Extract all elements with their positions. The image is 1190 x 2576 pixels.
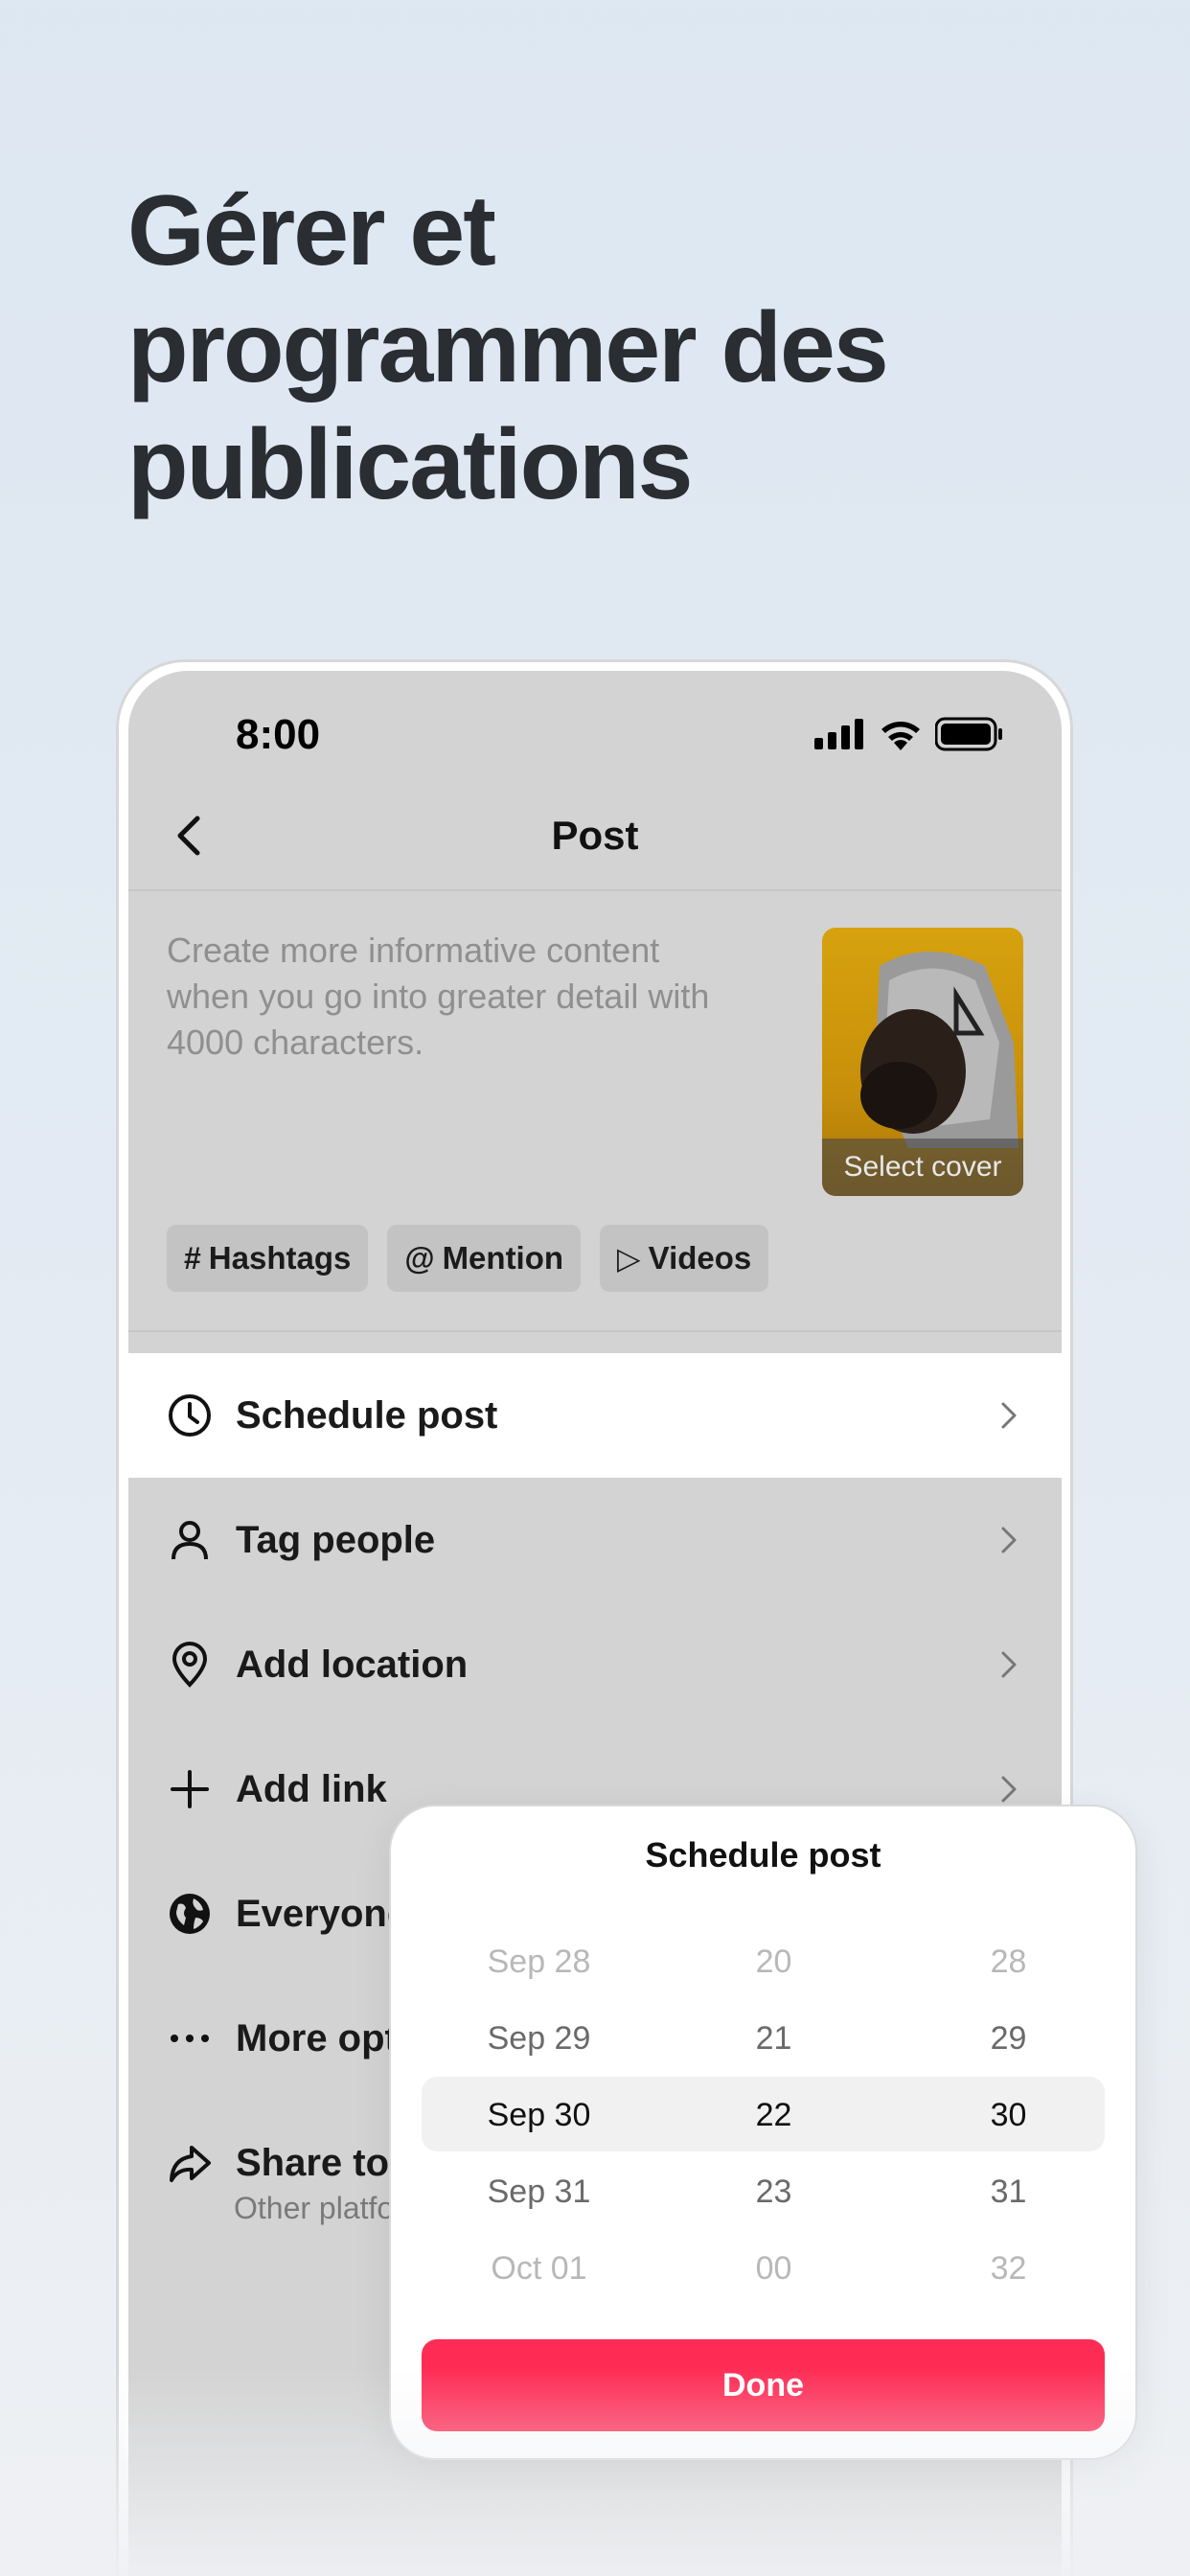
menu-item-add-location[interactable]: Add location (128, 1602, 1062, 1727)
page-title: Post (551, 813, 639, 858)
bottom-fade (0, 2367, 1190, 2576)
picker-option[interactable]: 32 (891, 2230, 1126, 2307)
location-pin-icon (167, 1642, 213, 1688)
date-wheel[interactable]: Sep 28 Sep 29 Sep 30 Sep 31 Oct 01 (422, 1923, 656, 2307)
chevron-right-icon (1001, 1776, 1017, 1803)
select-cover-label[interactable]: Select cover (822, 1138, 1023, 1196)
chevron-right-icon (1001, 1651, 1017, 1678)
menu-label: Share to (236, 2141, 390, 2184)
sheet-title: Schedule post (645, 1835, 881, 1874)
schedule-post-sheet: Schedule post Sep 28 Sep 29 Sep 30 Sep 3… (389, 1805, 1137, 2460)
cover-thumbnail[interactable]: Select cover (822, 928, 1023, 1196)
menu-item-schedule-post[interactable]: Schedule post (128, 1353, 1062, 1478)
menu-item-tag-people[interactable]: Tag people (128, 1478, 1062, 1602)
globe-icon (167, 1891, 213, 1937)
status-time: 8:00 (236, 711, 321, 758)
more-dots-icon (167, 2015, 213, 2061)
plus-icon (167, 1766, 213, 1812)
picker-option-selected[interactable]: 30 (891, 2077, 1126, 2153)
play-circle-icon: ▷ (617, 1241, 641, 1276)
picker-option[interactable]: Sep 31 (422, 2153, 656, 2230)
at-sign-icon: @ (404, 1240, 435, 1276)
menu-label: Add link (236, 1767, 387, 1810)
chip-label: Videos (648, 1240, 752, 1276)
picker-option-selected[interactable]: Sep 30 (422, 2077, 656, 2153)
picker-option[interactable]: 21 (656, 2000, 891, 2077)
headline-line-1: Gérer et (127, 175, 496, 287)
chip-label: Mention (442, 1240, 564, 1276)
picker-option[interactable]: Sep 29 (422, 2000, 656, 2077)
share-icon (167, 2140, 213, 2186)
chip-row: # Hashtags @ Mention ▷ Videos (167, 1225, 769, 1292)
status-icons (814, 717, 1004, 751)
picker-option[interactable]: Oct 01 (422, 2230, 656, 2307)
chevron-right-icon (1001, 1402, 1017, 1429)
menu-label: Everyone (236, 1892, 409, 1935)
datetime-picker[interactable]: Sep 28 Sep 29 Sep 30 Sep 31 Oct 01 20 21… (422, 1923, 1105, 2307)
clock-icon (167, 1392, 213, 1438)
divider (128, 1330, 1062, 1332)
battery-icon (935, 717, 1002, 751)
person-icon (167, 1517, 213, 1563)
picker-option-selected[interactable]: 22 (656, 2077, 891, 2153)
picker-option[interactable]: Sep 28 (422, 1923, 656, 2000)
videos-chip[interactable]: ▷ Videos (600, 1225, 769, 1292)
picker-option[interactable]: 20 (656, 1923, 891, 2000)
picker-option[interactable]: 23 (656, 2153, 891, 2230)
divider (128, 889, 1062, 891)
chevron-right-icon (1001, 1527, 1017, 1553)
picker-option[interactable]: 29 (891, 2000, 1126, 2077)
picker-option[interactable]: 00 (656, 2230, 891, 2307)
headline-line-2: programmer des (127, 292, 889, 403)
mention-chip[interactable]: @ Mention (387, 1225, 582, 1292)
headline-line-3: publications (127, 409, 693, 520)
signal-icon (814, 719, 863, 749)
hashtags-chip[interactable]: # Hashtags (167, 1225, 369, 1292)
picker-option[interactable]: 28 (891, 1923, 1126, 2000)
page-headline: Gérer et programmer des publications (127, 172, 1086, 523)
menu-label: Schedule post (236, 1393, 498, 1437)
caption-input[interactable]: Create more informative content when you… (167, 928, 742, 1066)
hour-wheel[interactable]: 20 21 22 23 00 (656, 1923, 891, 2307)
minute-wheel[interactable]: 28 29 30 31 32 (891, 1923, 1126, 2307)
menu-label: Tag people (236, 1518, 436, 1561)
picker-option[interactable]: 31 (891, 2153, 1126, 2230)
hashtag-icon: # (184, 1240, 201, 1276)
menu-label: Add location (236, 1643, 469, 1686)
wifi-icon (881, 722, 920, 750)
chip-label: Hashtags (208, 1240, 352, 1276)
